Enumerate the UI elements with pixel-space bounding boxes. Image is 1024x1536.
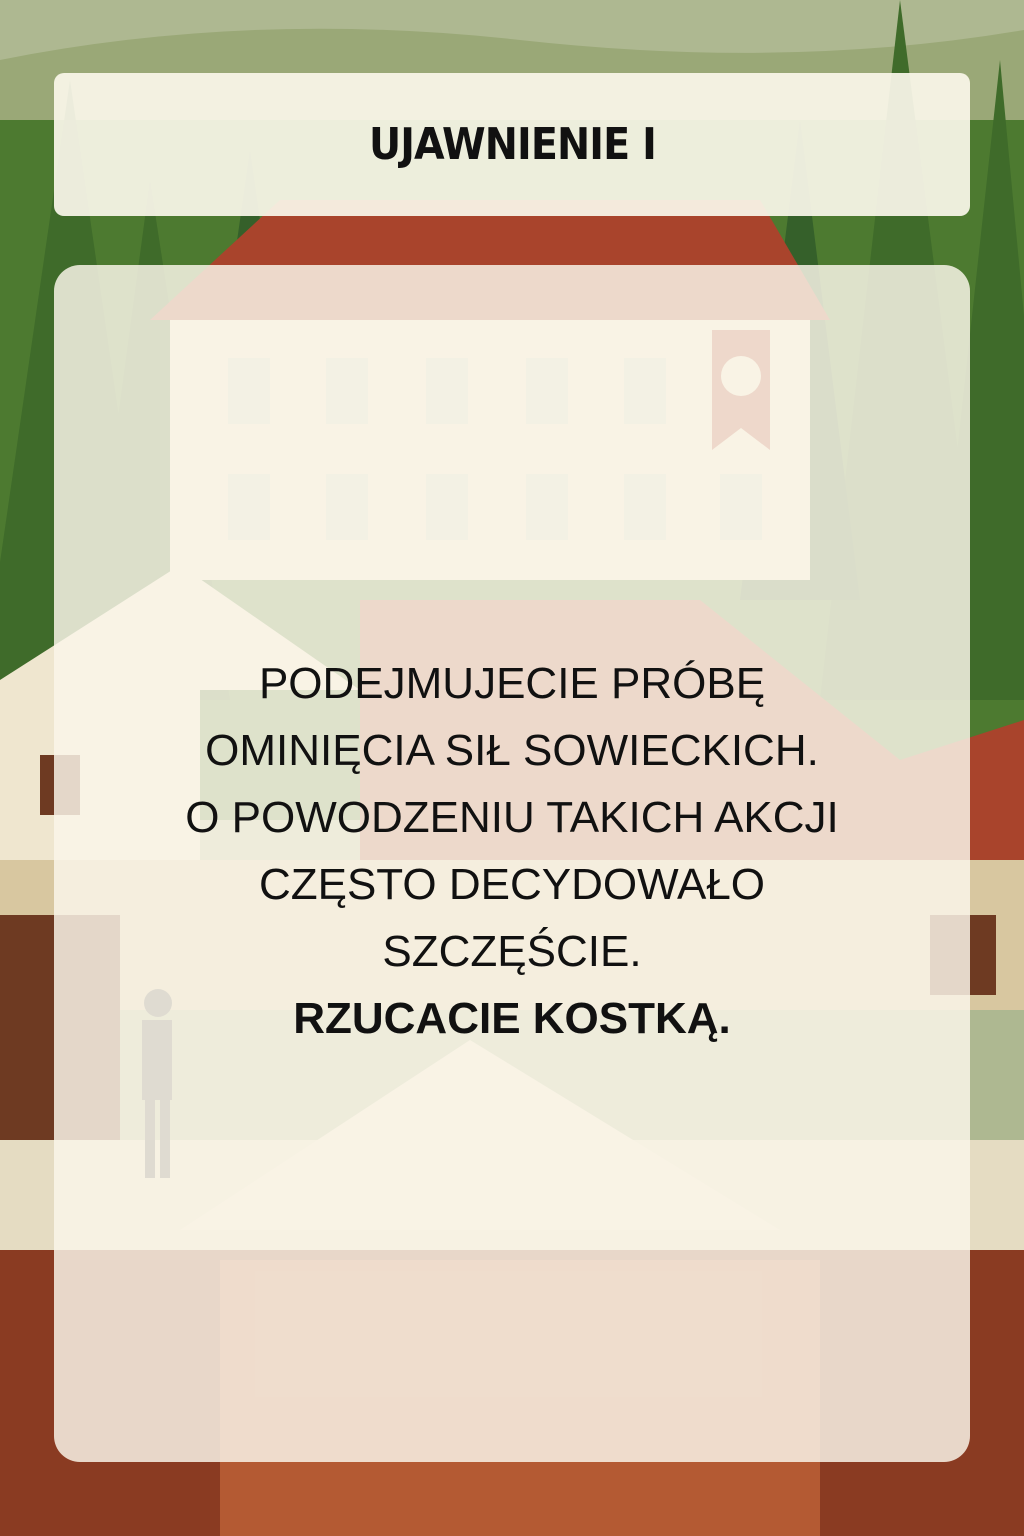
description-line: O POWODZENIU TAKICH AKCJI [185,793,839,842]
card-title-panel: UJAWNIENIE I [54,73,970,216]
instruction-text: RZUCACIE KOSTKĄ. [293,994,731,1043]
card-description: PODEJMUJECIE PRÓBĘ OMINIĘCIA SIŁ SOWIECK… [54,650,970,1052]
description-line: CZĘSTO DECYDOWAŁO [258,860,766,909]
description-line: PODEJMUJECIE PRÓBĘ [258,659,766,708]
description-line: SZCZĘŚCIE. [382,927,642,976]
description-line: OMINIĘCIA SIŁ SOWIECKICH. [205,726,819,775]
card-title: UJAWNIENIE I [368,119,656,170]
card-body-panel: PODEJMUJECIE PRÓBĘ OMINIĘCIA SIŁ SOWIECK… [54,265,970,1462]
